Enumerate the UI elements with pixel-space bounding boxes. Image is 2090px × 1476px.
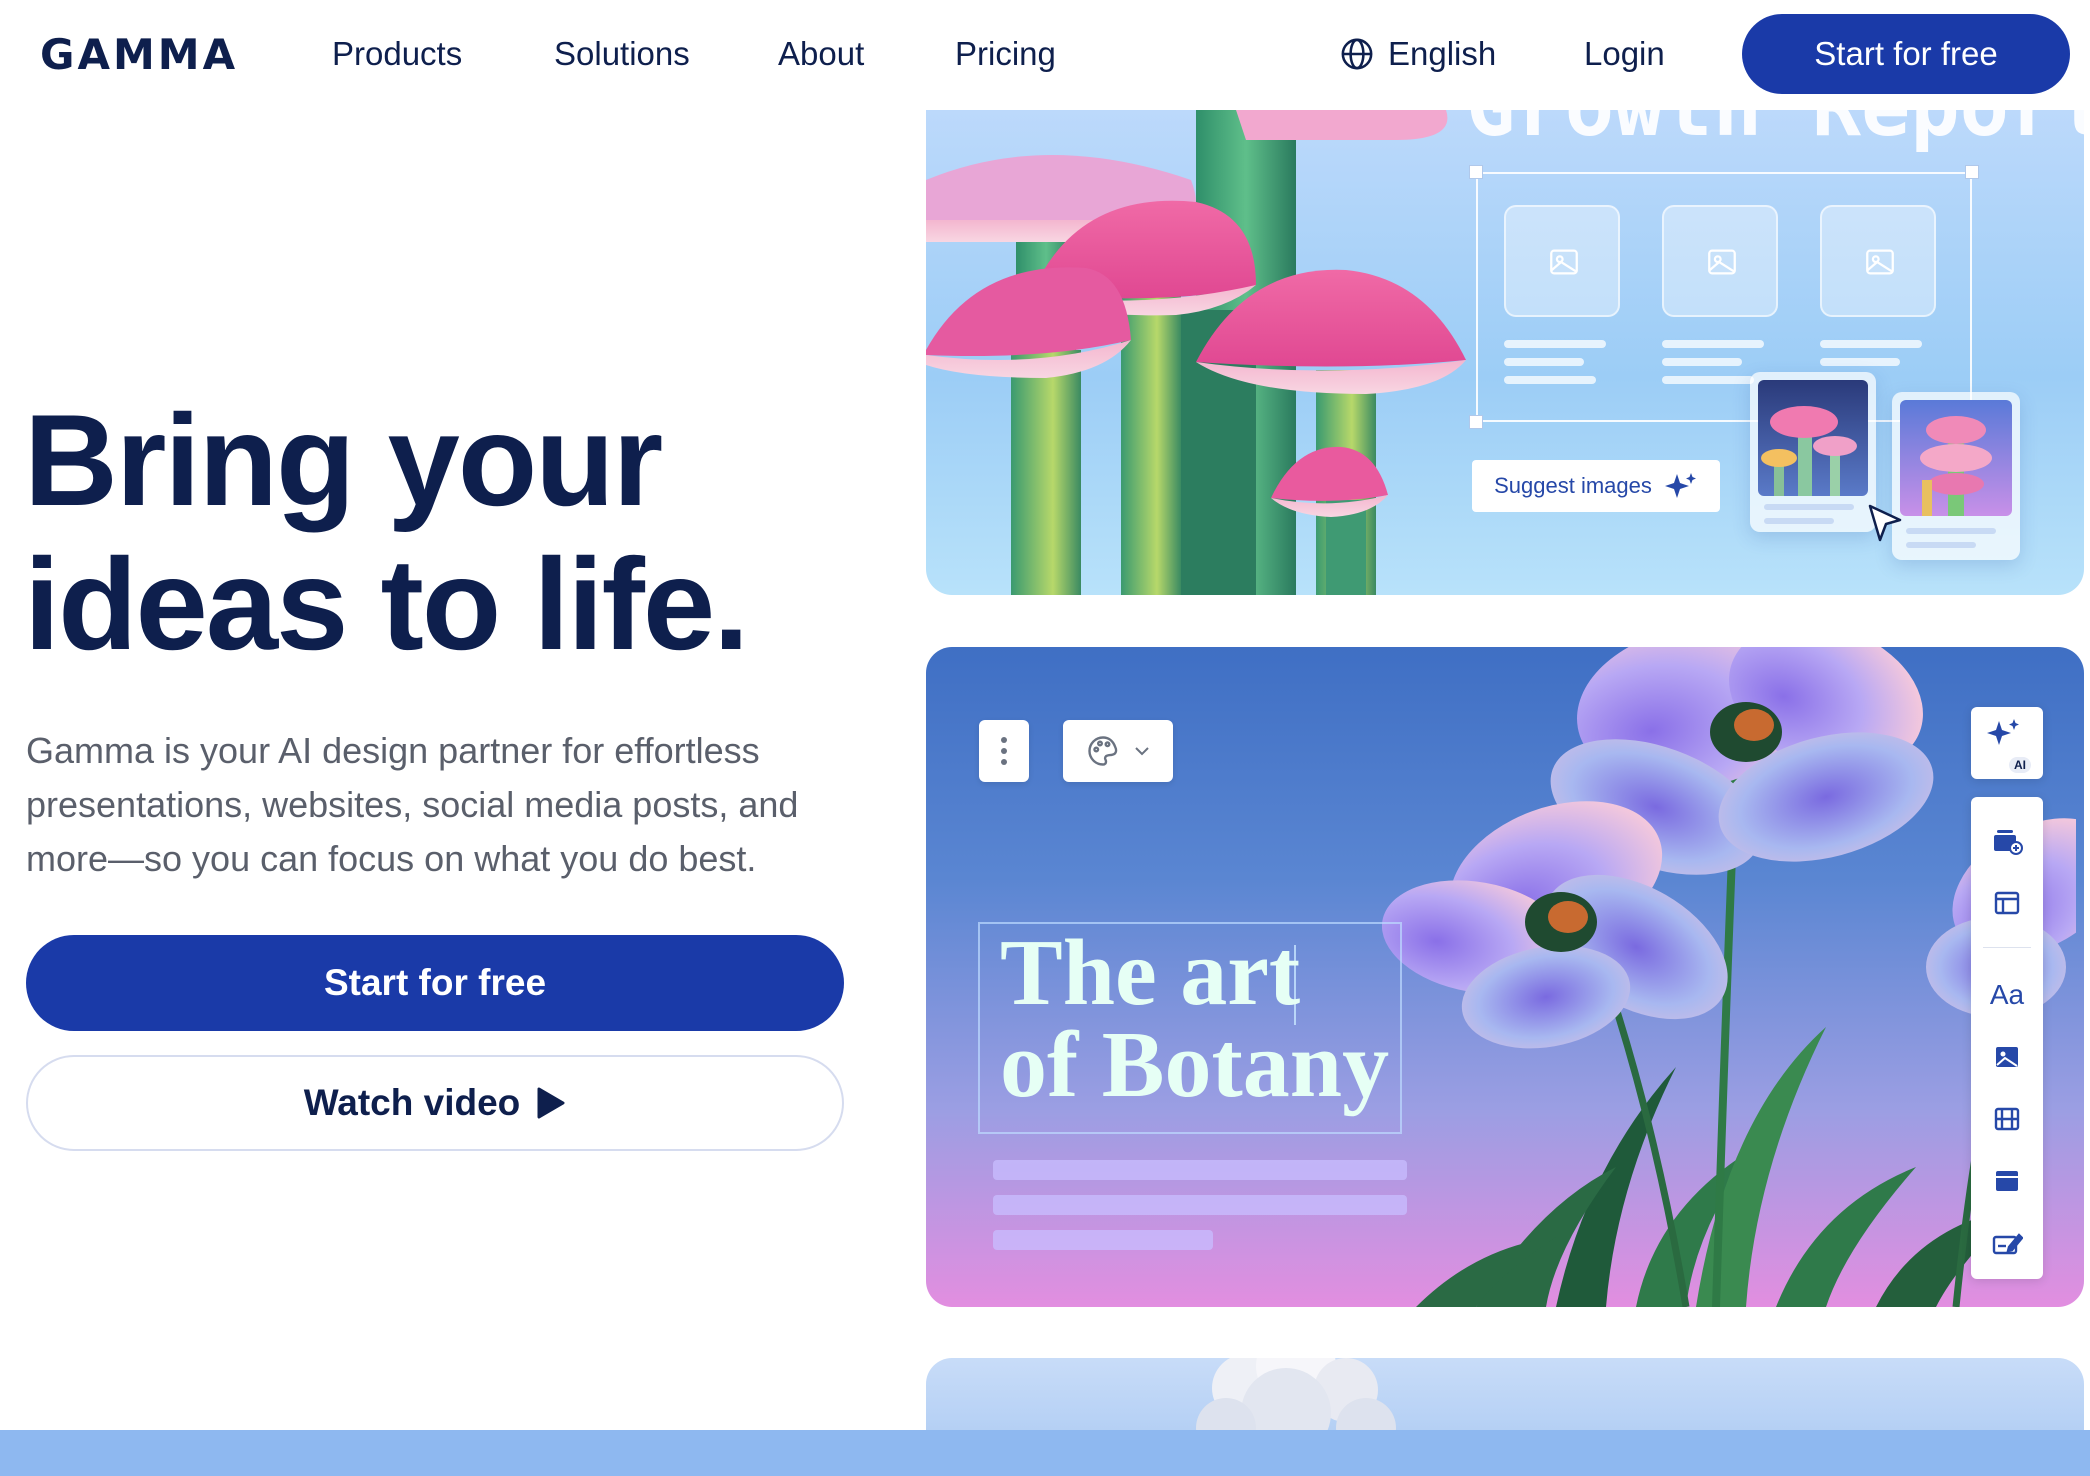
theme-dropdown[interactable]	[1063, 720, 1173, 782]
add-card-icon	[1994, 830, 2023, 855]
text-placeholder	[1504, 376, 1596, 384]
image-tool[interactable]	[1971, 1029, 2043, 1085]
more-options-button[interactable]	[979, 720, 1029, 782]
hero-title-line2: ideas to life.	[24, 531, 749, 677]
text-placeholder	[1906, 542, 1976, 548]
suggest-images-button[interactable]: Suggest images	[1472, 460, 1720, 512]
growth-report-card[interactable]: Growth Report Suggest images	[926, 110, 2084, 595]
text-placeholder	[1504, 358, 1584, 366]
botany-title-line1: The art	[1000, 921, 1301, 1025]
footer-band	[0, 1430, 2090, 1476]
botany-card[interactable]: The art of Botany AI Aa	[926, 647, 2084, 1307]
text-placeholder	[1820, 358, 1900, 366]
image-placeholder-2[interactable]	[1662, 205, 1778, 317]
resize-handle-bl[interactable]	[1469, 415, 1483, 429]
text-tool[interactable]: Aa	[1971, 967, 2043, 1023]
insert-toolbar: Aa	[1971, 797, 2043, 1279]
botany-title-line2: of Botany	[1000, 1013, 1390, 1117]
hero-title: Bring your ideas to life.	[24, 388, 904, 676]
image-icon	[1866, 249, 1894, 275]
body-text-placeholder	[993, 1230, 1213, 1250]
video-tool[interactable]	[1971, 1091, 2043, 1147]
flower-illustration	[1381, 647, 2076, 1307]
resize-handle-tl[interactable]	[1469, 165, 1483, 179]
botany-title[interactable]: The art of Botany	[1000, 921, 1390, 1117]
language-selector[interactable]: English	[1340, 30, 1496, 78]
play-icon	[537, 1087, 565, 1119]
text-placeholder	[1906, 528, 1996, 534]
form-tool[interactable]	[1971, 1215, 2043, 1271]
ai-badge: AI	[2009, 757, 2031, 773]
text-placeholder	[1504, 340, 1606, 348]
add-card-tool[interactable]	[1971, 813, 2043, 869]
nav-solutions[interactable]: Solutions	[554, 30, 690, 78]
image-icon	[1708, 249, 1736, 275]
toolbar-divider	[1983, 947, 2031, 948]
ai-assistant-button[interactable]: AI	[1971, 707, 2043, 779]
film-icon	[1994, 1107, 2020, 1131]
hero-title-line1: Bring your	[24, 387, 663, 533]
layout-icon	[1994, 891, 2020, 915]
start-free-label: Start for free	[323, 962, 547, 1003]
suggested-image-thumb-2[interactable]	[1892, 392, 2020, 560]
body-text-placeholder	[993, 1195, 1407, 1215]
text-placeholder	[1764, 504, 1854, 510]
image-icon	[1996, 1047, 2018, 1067]
layout-tool[interactable]	[1971, 875, 2043, 931]
cursor-icon	[1868, 504, 1902, 542]
chevron-down-icon	[1135, 747, 1149, 756]
text-placeholder	[1764, 518, 1834, 524]
watch-video-label: Watch video	[303, 1082, 521, 1123]
image-placeholder-3[interactable]	[1820, 205, 1936, 317]
nav-pricing[interactable]: Pricing	[955, 30, 1056, 78]
gamma-logo[interactable]: GAMMA	[40, 30, 238, 79]
hero-subtitle: Gamma is your AI design partner for effo…	[26, 730, 799, 879]
language-label: English	[1388, 35, 1497, 72]
resize-handle-tr[interactable]	[1965, 165, 1979, 179]
embed-tool[interactable]	[1971, 1153, 2043, 1209]
suggested-image-thumb-1[interactable]	[1750, 372, 1876, 532]
body-text-placeholder	[993, 1160, 1407, 1180]
window-icon	[1996, 1171, 2018, 1191]
watch-video-button[interactable]: Watch video	[26, 1055, 844, 1151]
nav-products[interactable]: Products	[332, 30, 462, 78]
login-link[interactable]: Login	[1584, 30, 1665, 78]
image-placeholder-1[interactable]	[1504, 205, 1620, 317]
top-nav: GAMMA Products Solutions About Pricing E…	[0, 0, 2090, 110]
suggest-images-label: Suggest images	[1494, 473, 1652, 498]
nav-start-free-button[interactable]: Start for free	[1742, 14, 2070, 94]
globe-icon	[1341, 38, 1373, 70]
text-placeholder	[1662, 340, 1764, 348]
palette-icon	[1088, 736, 1118, 766]
mushroom-thumbnail	[1761, 406, 1857, 496]
edit-form-icon	[1992, 1233, 2023, 1255]
text-placeholder	[1662, 376, 1754, 384]
ai-sparkle-icon	[1987, 719, 2019, 745]
image-icon	[1550, 249, 1578, 275]
text-placeholder	[1820, 340, 1922, 348]
start-free-button[interactable]: Start for free	[26, 935, 844, 1031]
growth-report-title: Growth Report	[1466, 110, 2084, 155]
nav-about[interactable]: About	[778, 30, 864, 78]
vertical-dots-icon	[1001, 737, 1007, 765]
sparkle-icon	[1664, 473, 1696, 498]
mushroom-thumbnail	[1920, 416, 1992, 516]
text-tool-label: Aa	[1989, 979, 2025, 1010]
text-placeholder	[1662, 358, 1742, 366]
mushroom-illustration	[926, 110, 1466, 595]
cloud-illustration	[1196, 1358, 1396, 1438]
